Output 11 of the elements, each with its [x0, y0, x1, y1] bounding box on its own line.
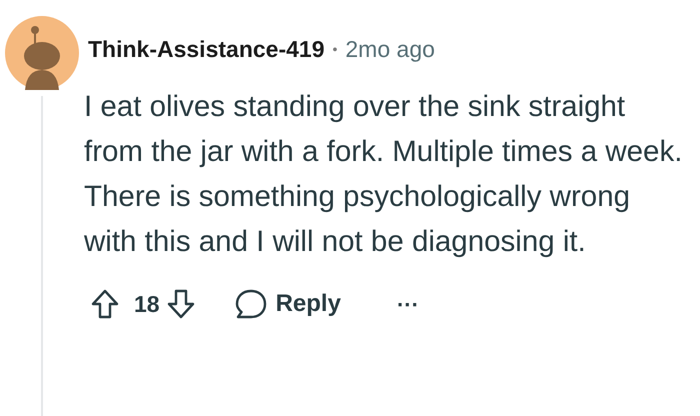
vote-count: 18	[134, 290, 160, 319]
reply-button[interactable]: Reply	[234, 286, 341, 322]
separator-dot: •	[332, 40, 338, 58]
comment-text: I eat olives standing over the sink straight from the jar with a fork. Multiple times a week. There is something psychologically wrong with this and I will not be diagnosing it.	[84, 89, 684, 260]
comment-icon	[234, 288, 268, 320]
username[interactable]: Think-Assistance-419	[88, 32, 324, 66]
more-options-button[interactable]: ···	[396, 288, 419, 320]
upvote-icon[interactable]	[90, 288, 120, 320]
timestamp: 2mo ago	[345, 34, 435, 64]
avatar-icon[interactable]	[5, 16, 79, 90]
downvote-icon[interactable]	[166, 288, 196, 320]
